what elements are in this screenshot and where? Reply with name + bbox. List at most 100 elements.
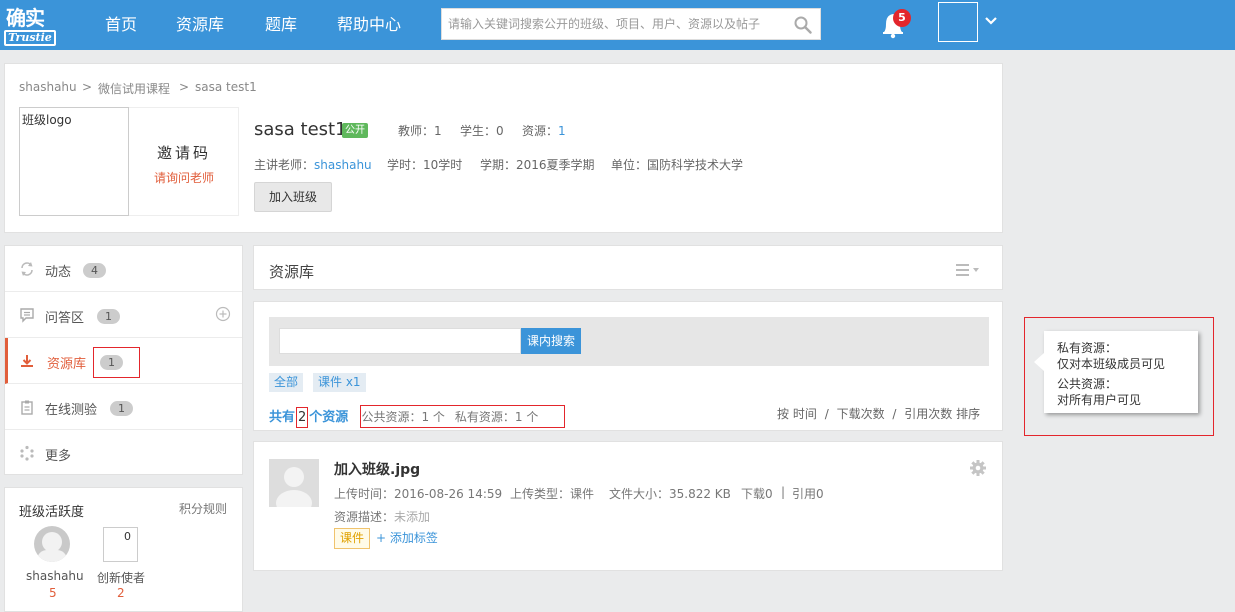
teacher-count: 教师：1 (398, 122, 442, 139)
hours-value: 10学时 (423, 158, 463, 172)
sidebar-item-more[interactable]: 更多 (5, 430, 242, 476)
class-logo-alt: 班级logo (22, 113, 72, 127)
file-size: 文件大小：35.822 KB (609, 487, 731, 501)
description-value: 未添加 (394, 510, 431, 524)
sidebar-item-qa[interactable]: 问答区 1 (5, 292, 242, 338)
reference-count: 引用0 (792, 487, 824, 501)
description-label: 资源描述： (334, 510, 395, 524)
global-search (441, 8, 821, 40)
visibility-badge: 公开 (342, 123, 368, 138)
invite-code-title: 邀请码 (156, 144, 211, 162)
student-count-label: 学生： (460, 124, 497, 138)
unit-label: 单位： (611, 158, 648, 172)
chevron-down-icon[interactable] (984, 14, 998, 28)
avatar-alt-text: 0 (124, 530, 131, 543)
search-icon[interactable] (794, 16, 812, 34)
list-menu-icon[interactable] (956, 263, 982, 277)
teacher-count-label: 教师： (398, 124, 435, 138)
uploader-avatar[interactable] (269, 459, 319, 516)
unit-info: 单位：国防科学技术大学 (611, 156, 743, 173)
upload-type: 上传类型：课件 (510, 487, 595, 501)
annotation-line: 对所有用户可见 (1057, 393, 1142, 407)
breadcrumb-user[interactable]: shashahu (19, 80, 77, 94)
nav-question-bank[interactable]: 题库 (265, 0, 297, 50)
breadcrumb-class: sasa test1 (195, 80, 257, 94)
unit-value: 国防科学技术大学 (647, 158, 744, 172)
logo-chinese-text: 确实 (6, 6, 45, 30)
user-avatar[interactable] (938, 2, 978, 42)
class-name: sasa test1 (254, 119, 347, 140)
total-count: 2 (296, 407, 309, 428)
filter-courseware[interactable]: 课件 x1 (313, 373, 366, 392)
sidebar-item-count: 1 (110, 401, 133, 416)
breadcrumb-separator: > (82, 80, 93, 94)
resource-count-label: 资源： (522, 124, 559, 138)
user-avatar[interactable]: 0 (103, 527, 138, 562)
lecturer-label: 主讲老师： (254, 158, 315, 172)
hours-label: 学时： (387, 158, 424, 172)
student-count-value: 0 (496, 124, 504, 138)
user-avatar[interactable] (34, 526, 70, 562)
in-class-search-button[interactable]: 课内搜索 (521, 328, 581, 354)
activity-title: 班级活跃度 (19, 505, 85, 520)
active-user-score: 2 (117, 586, 125, 600)
resource-count-value[interactable]: 1 (558, 124, 566, 138)
sidebar-item-activity[interactable]: 动态 4 (5, 246, 242, 292)
clipboard-icon (21, 400, 33, 415)
download-count: 下载0 (741, 487, 773, 501)
breadcrumb-separator: > (179, 80, 190, 94)
annotation-callout: 私有资源： 仅对本班级成员可见 公共资源： 对所有用户可见 (1034, 331, 1198, 413)
annotation-line: 私有资源： (1057, 341, 1118, 355)
active-user-name[interactable]: shashahu (26, 569, 84, 583)
resource-search-input[interactable] (279, 328, 521, 354)
nav-resources[interactable]: 资源库 (176, 0, 224, 50)
hours-info: 学时：10学时 (387, 156, 462, 173)
plus-circle-icon[interactable] (215, 306, 231, 322)
class-logo: 班级logo (19, 107, 129, 216)
active-user-score: 5 (49, 586, 57, 600)
sidebar-item-count: 4 (83, 263, 106, 278)
gear-icon[interactable] (969, 459, 987, 477)
count-suffix: 个资源 (309, 410, 349, 425)
breadcrumb-course[interactable]: 微信试用课程 (98, 80, 170, 97)
comment-icon (20, 308, 34, 323)
resource-file-name[interactable]: 加入班级.jpg (334, 459, 420, 479)
add-tag-link[interactable]: + 添加标签 (376, 529, 438, 546)
upload-time: 上传时间：2016-08-26 14:59 (334, 487, 503, 501)
invite-code-box: 邀请码 请询问老师 (129, 107, 239, 216)
teacher-count-value: 1 (434, 124, 442, 138)
nav-home[interactable]: 首页 (105, 0, 137, 50)
global-search-input[interactable] (442, 9, 782, 39)
sort-by-downloads[interactable]: 下载次数 (837, 407, 885, 421)
resource-count: 资源：1 (522, 122, 566, 139)
sort-by-references[interactable]: 引用次数 (904, 407, 952, 421)
resource-description: 资源描述：未添加 (334, 508, 430, 525)
student-count: 学生：0 (460, 122, 504, 139)
term-value: 2016夏季学期 (516, 158, 595, 172)
points-rules-link[interactable]: 积分规则 (179, 500, 227, 517)
annotation-line: 公共资源： (1057, 377, 1118, 391)
resource-library-header: 资源库 (253, 245, 1003, 290)
sidebar-item-quiz[interactable]: 在线测验 1 (5, 384, 242, 430)
visibility-breakdown: 公共资源：1 个私有资源：1 个 (360, 405, 566, 428)
highlight-box (93, 347, 140, 378)
sidebar-item-label: 资源库 (47, 357, 87, 372)
active-user-name[interactable]: 创新使者 (97, 569, 145, 586)
dots-icon (20, 445, 34, 461)
sidebar-menu: 动态 4 问答区 1 资源库 1 在线测验 1 更多 (4, 245, 243, 475)
invite-code-hint: 请询问老师 (153, 171, 214, 185)
nav-help-center[interactable]: 帮助中心 (337, 0, 401, 50)
filter-all[interactable]: 全部 (269, 373, 304, 392)
resource-tag[interactable]: 课件 (334, 528, 371, 549)
join-class-button[interactable]: 加入班级 (254, 182, 332, 212)
sidebar-item-label: 在线测验 (45, 403, 98, 418)
lecturer-info: 主讲老师：shashahu (254, 156, 372, 173)
logo-english-text: Trustie (4, 30, 56, 46)
sort-by-time[interactable]: 时间 (793, 407, 817, 421)
term-info: 学期：2016夏季学期 (480, 156, 595, 173)
sidebar-item-resources[interactable]: 资源库 1 (5, 338, 242, 384)
sort-by-label: 按 (777, 407, 790, 421)
meta-separator: | (781, 485, 786, 499)
lecturer-link[interactable]: shashahu (314, 158, 372, 172)
trustie-logo[interactable]: 确实 Trustie (4, 2, 56, 46)
